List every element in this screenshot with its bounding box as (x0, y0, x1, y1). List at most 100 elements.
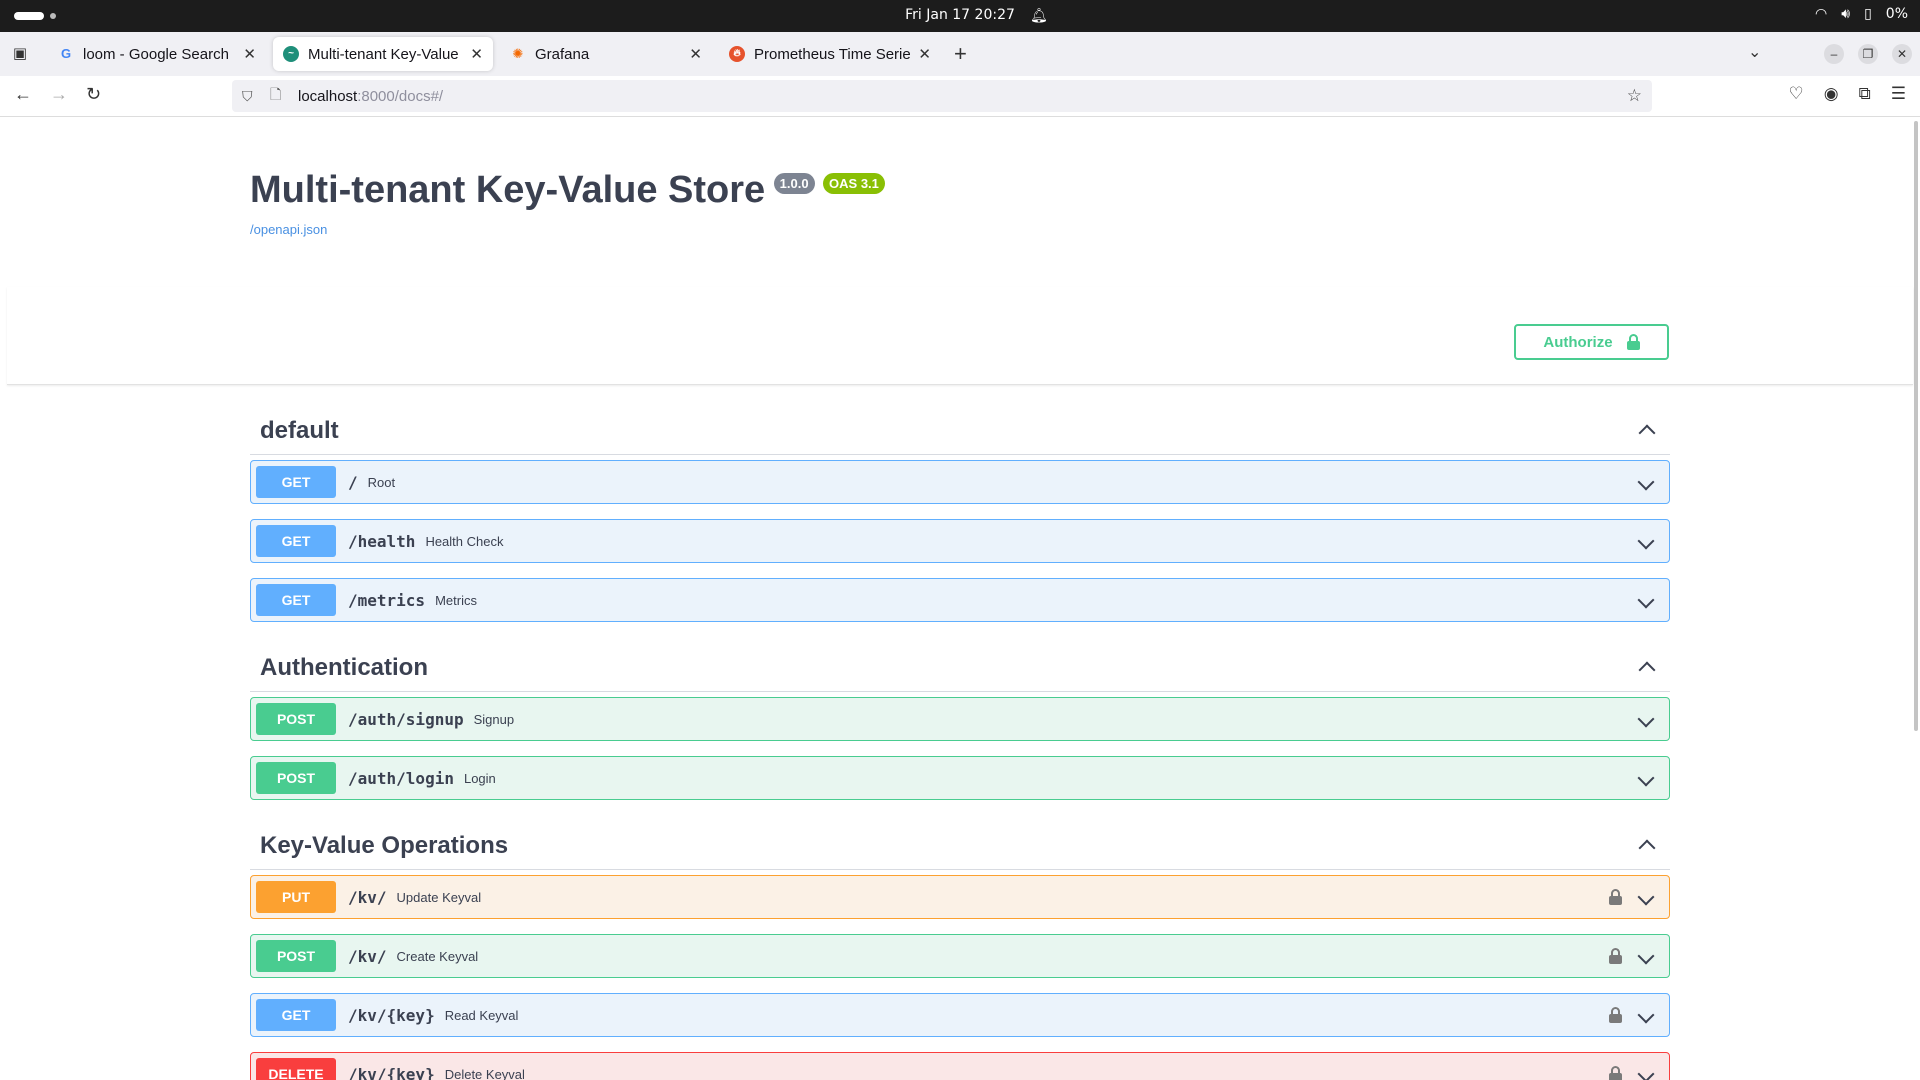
prometheus-icon: 🔥︎ (729, 46, 745, 62)
swagger-icon: ~ (283, 46, 299, 62)
operation-summary: Delete Keyval (444, 1066, 525, 1080)
expand-icon[interactable] (1636, 709, 1656, 730)
close-tab-icon[interactable]: ✕ (243, 45, 256, 63)
expand-icon[interactable] (1636, 946, 1656, 967)
os-top-bar: Fri Jan 17 20:27 🔔︎ ◠ 🔊︎ ▯ 0% (0, 0, 1920, 32)
wifi-icon: ◠ (1815, 6, 1828, 22)
operation-path: / (348, 472, 358, 492)
operation-post-kv[interactable]: POST /kv/ Create Keyval (250, 934, 1670, 978)
extensions-icon[interactable]: ⧉ (1859, 84, 1871, 104)
expand-icon[interactable] (1636, 1005, 1656, 1026)
section-header[interactable]: default (250, 407, 1670, 455)
operation-summary: Create Keyval (396, 948, 479, 964)
forward-icon[interactable]: → (50, 84, 68, 105)
list-all-tabs-icon[interactable]: ⌄ (1748, 42, 1761, 62)
authorize-label: Authorize (1543, 333, 1613, 351)
new-tab-button[interactable]: + (954, 41, 967, 67)
operation-delete-kv-key[interactable]: DELETE /kv/{key} Delete Keyval (250, 1052, 1670, 1080)
minimize-window-icon[interactable]: – (1824, 44, 1844, 64)
pocket-icon[interactable]: ♡ (1789, 84, 1804, 104)
system-tray[interactable]: ◠ 🔊︎ ▯ 0% (1815, 6, 1908, 22)
method-badge: GET (256, 584, 336, 616)
expand-icon[interactable] (1636, 472, 1656, 493)
reload-icon[interactable]: ↻ (86, 84, 101, 105)
method-badge: POST (256, 703, 336, 735)
page-info-icon[interactable]: 🗋︎ (270, 84, 288, 108)
notification-bell-icon[interactable]: 🔔︎ (1030, 7, 1048, 24)
lock-icon[interactable] (1609, 889, 1622, 905)
authorize-button[interactable]: Authorize (1514, 324, 1669, 360)
tab-title: Prometheus Time Series Collection (754, 45, 911, 63)
method-badge: POST (256, 940, 336, 972)
section-header[interactable]: Key-Value Operations (250, 822, 1670, 870)
clock[interactable]: Fri Jan 17 20:27 (0, 7, 1920, 23)
expand-icon[interactable] (1636, 768, 1656, 789)
url-path: :8000/docs#/ (357, 87, 444, 105)
url-host: localhost (298, 87, 358, 105)
lock-icon[interactable] (1609, 1007, 1622, 1023)
operation-get-kv-key[interactable]: GET /kv/{key} Read Keyval (250, 993, 1670, 1037)
menu-icon[interactable]: ☰ (1891, 84, 1906, 104)
scrollbar[interactable] (1914, 121, 1918, 731)
expand-icon[interactable] (1636, 1064, 1656, 1080)
method-badge: POST (256, 762, 336, 794)
tab-swagger-docs[interactable]: ~ Multi-tenant Key-Value Store ✕ (273, 37, 493, 71)
operation-summary: Root (367, 474, 396, 490)
method-badge: GET (256, 466, 336, 498)
tab-title: loom - Google Search (83, 45, 229, 63)
expand-icon[interactable] (1636, 590, 1656, 611)
volume-icon: 🔊︎ (1841, 6, 1851, 22)
battery-percent: 0% (1885, 6, 1908, 22)
collapse-icon[interactable] (1632, 836, 1662, 856)
operation-put-kv[interactable]: PUT /kv/ Update Keyval (250, 875, 1670, 919)
operation-path: /kv/{key} (348, 1005, 435, 1025)
section-title: Authentication (260, 653, 428, 681)
bookmark-star-icon[interactable]: ☆ (1627, 86, 1642, 106)
scheme-container: Authorize (7, 287, 1913, 385)
operation-path: /kv/ (348, 887, 387, 907)
operation-get-health[interactable]: GET /health Health Check (250, 519, 1670, 563)
expand-icon[interactable] (1636, 531, 1656, 552)
firefox-view-icon[interactable]: ▣ (10, 44, 30, 64)
method-badge: DELETE (256, 1058, 336, 1080)
navigation-bar: ← → ↻ ⛉ 🗋︎ localhost:8000/docs#/ ☆ ♡ ◉ ⧉… (0, 76, 1920, 117)
url-bar[interactable]: ⛉ 🗋︎ localhost:8000/docs#/ ☆ (232, 80, 1652, 112)
close-tab-icon[interactable]: ✕ (689, 45, 702, 63)
operation-path: /kv/ (348, 946, 387, 966)
expand-icon[interactable] (1636, 887, 1656, 908)
close-tab-icon[interactable]: ✕ (470, 45, 483, 63)
method-badge: GET (256, 525, 336, 557)
restore-window-icon[interactable]: ❐ (1858, 44, 1878, 64)
operation-get-root[interactable]: GET / Root (250, 460, 1670, 504)
tab-google-search[interactable]: G loom - Google Search ✕ (48, 37, 266, 71)
operation-get-metrics[interactable]: GET /metrics Metrics (250, 578, 1670, 622)
close-window-icon[interactable]: ✕ (1892, 44, 1912, 64)
collapse-icon[interactable] (1632, 421, 1662, 441)
method-badge: GET (256, 999, 336, 1031)
tab-prometheus[interactable]: 🔥︎ Prometheus Time Series Collection ✕ (719, 37, 941, 71)
tab-grafana[interactable]: ✺ Grafana ✕ (500, 37, 712, 71)
close-tab-icon[interactable]: ✕ (918, 45, 931, 63)
lock-icon[interactable] (1609, 948, 1622, 964)
openapi-json-link[interactable]: /openapi.json (250, 222, 885, 237)
battery-icon: ▯ (1864, 6, 1872, 22)
operation-summary: Health Check (425, 533, 504, 549)
api-title: Multi-tenant Key-Value Store (250, 169, 766, 211)
section-header[interactable]: Authentication (250, 644, 1670, 692)
account-icon[interactable]: ◉ (1824, 84, 1839, 104)
operation-path: /kv/{key} (348, 1064, 435, 1080)
operation-post-signup[interactable]: POST /auth/signup Signup (250, 697, 1670, 741)
shield-icon[interactable]: ⛉ (242, 88, 260, 105)
operation-path: /metrics (348, 590, 426, 610)
back-icon[interactable]: ← (14, 84, 32, 105)
oas-badge: OAS 3.1 (823, 173, 885, 194)
lock-icon[interactable] (1609, 1066, 1622, 1080)
grafana-icon: ✺ (512, 46, 524, 61)
tab-title: Multi-tenant Key-Value Store (308, 45, 462, 63)
operation-path: /health (348, 531, 416, 551)
operation-path: /auth/signup (348, 709, 464, 729)
section-authentication: Authentication POST /auth/signup Signup … (250, 644, 1670, 815)
collapse-icon[interactable] (1632, 658, 1662, 678)
operation-summary: Metrics (435, 592, 477, 608)
operation-post-login[interactable]: POST /auth/login Login (250, 756, 1670, 800)
